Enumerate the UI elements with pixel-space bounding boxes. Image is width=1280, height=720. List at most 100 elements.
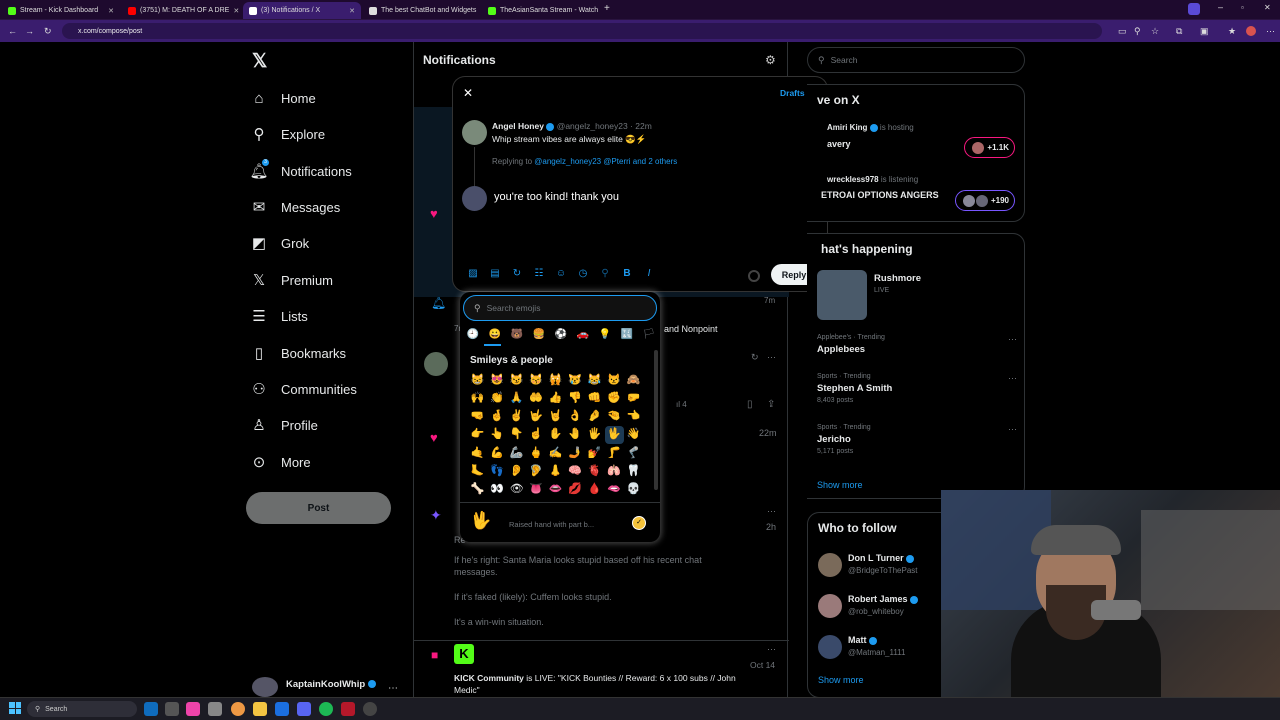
emoji-cell[interactable]: 😸: [468, 372, 488, 389]
trend-more-icon[interactable]: ⋯: [1008, 424, 1017, 435]
emoji-cell[interactable]: 👁: [507, 481, 527, 498]
emoji-cell[interactable]: 🙈: [624, 372, 644, 389]
maximize-icon[interactable]: ▫: [1241, 3, 1244, 12]
emoji-cell[interactable]: 👉: [468, 426, 488, 443]
live-space-title[interactable]: avery: [827, 139, 851, 149]
grok-icon[interactable]: ↻: [509, 268, 525, 279]
edge-dev-icon[interactable]: [144, 702, 158, 716]
share-icon[interactable]: ⇪: [767, 399, 775, 410]
sidebar-item-grok[interactable]: ◩ Grok: [250, 229, 309, 257]
emoji-cell[interactable]: 👀: [488, 481, 508, 498]
emoji-cell[interactable]: 👈: [624, 408, 644, 425]
grok-action-icon[interactable]: ↻: [751, 352, 759, 363]
emoji-cell[interactable]: 🫀: [585, 463, 605, 480]
emoji-cell[interactable]: 🤲: [527, 390, 547, 407]
url-field[interactable]: x.com/compose/post: [62, 23, 1102, 39]
my-avatar[interactable]: [462, 186, 487, 211]
trend-item[interactable]: Applebee's · Trending Applebees ⋯: [817, 334, 1017, 355]
gif-icon[interactable]: ▤: [487, 268, 503, 279]
emoji-cell[interactable]: 👍: [546, 390, 566, 407]
emoji-cell[interactable]: 🦾: [507, 445, 527, 462]
sidebar-item-bookmarks[interactable]: ▯ Bookmarks: [250, 339, 346, 367]
app-icon[interactable]: [341, 702, 355, 716]
emoji-icon[interactable]: ☺: [553, 268, 569, 279]
emoji-cell[interactable]: 🦶: [468, 463, 488, 480]
back-icon[interactable]: ←: [8, 26, 17, 36]
emoji-cell[interactable]: 👄: [546, 481, 566, 498]
account-more-icon[interactable]: ⋯: [388, 683, 398, 694]
zoom-icon[interactable]: ⚲: [1134, 26, 1141, 37]
extensions-icon[interactable]: ⧉: [1176, 26, 1182, 37]
emoji-cell[interactable]: ✊: [605, 390, 625, 407]
avatar[interactable]: [818, 635, 842, 659]
emoji-cell[interactable]: 🙀: [546, 372, 566, 389]
emoji-cell[interactable]: 🤟: [527, 408, 547, 425]
emoji-cell[interactable]: 🤛: [624, 390, 644, 407]
file-explorer-icon[interactable]: [253, 702, 267, 716]
post-button[interactable]: Post: [246, 492, 391, 524]
emoji-cell[interactable]: 👋: [624, 426, 644, 443]
emoji-cell[interactable]: 😾: [605, 372, 625, 389]
emoji-cell[interactable]: 😽: [527, 372, 547, 389]
emoji-cell[interactable]: ✌: [507, 408, 527, 425]
emoji-scrollbar[interactable]: [654, 350, 658, 490]
emoji-cell[interactable]: 💋: [566, 481, 586, 498]
live-listeners-pill[interactable]: +1.1K: [964, 137, 1015, 158]
app-icon[interactable]: [208, 702, 222, 716]
profile-avatar-icon[interactable]: [1246, 26, 1256, 36]
sidebar-item-home[interactable]: ⌂ Home: [250, 84, 315, 112]
sidebar-item-lists[interactable]: ☰ Lists: [250, 302, 307, 330]
install-app-icon[interactable]: ▭: [1118, 26, 1127, 37]
sidebar-item-messages[interactable]: ✉ Messages: [250, 193, 341, 221]
emoji-cell[interactable]: 💀: [624, 481, 644, 498]
emoji-cell[interactable]: 🙌: [468, 390, 488, 407]
post-more-icon[interactable]: ⋯: [767, 506, 776, 517]
emoji-cell[interactable]: ✍: [546, 445, 566, 462]
close-tab-icon[interactable]: ✕: [233, 7, 239, 15]
emoji-cell[interactable]: 👃: [546, 463, 566, 480]
emoji-cell[interactable]: 🦷: [624, 463, 644, 480]
tab-chatbot[interactable]: The best ChatBot and Widgets✕: [363, 2, 481, 19]
tab-x-notifications[interactable]: (3) Notifications / X ✕: [243, 2, 361, 19]
emoji-cell[interactable]: 🤙: [468, 445, 488, 462]
emoji-cell[interactable]: 👊: [585, 390, 605, 407]
emoji-cell[interactable]: 👂: [507, 463, 527, 480]
emoji-cell[interactable]: 🤚: [566, 426, 586, 443]
emoji-cell[interactable]: 🖐: [585, 426, 605, 443]
emoji-cell[interactable]: 🦵: [605, 445, 625, 462]
kick-logo-icon[interactable]: K: [454, 644, 474, 664]
settings-menu-icon[interactable]: ⋯: [1266, 26, 1275, 37]
poll-icon[interactable]: ☷: [531, 268, 547, 279]
italic-icon[interactable]: I: [641, 268, 657, 279]
emoji-cell[interactable]: 😿: [566, 372, 586, 389]
emoji-cell[interactable]: ✋: [546, 426, 566, 443]
media-icon[interactable]: ▨: [465, 268, 481, 279]
follow-suggestion[interactable]: Matt @Matman_1111: [816, 631, 946, 663]
x-logo-icon[interactable]: 𝕏: [252, 50, 267, 73]
emoji-cell[interactable]: 😹: [585, 372, 605, 389]
emoji-search-input[interactable]: ⚲ Search emojis: [463, 295, 657, 321]
emoji-cell[interactable]: 👎: [566, 390, 586, 407]
emoji-category-tab[interactable]: 🚗: [573, 329, 593, 340]
post-more-icon[interactable]: ⋯: [767, 644, 776, 655]
emoji-category-tab[interactable]: 🏳: [639, 329, 659, 340]
emoji-category-tab[interactable]: 🕘: [463, 329, 483, 340]
emoji-cell[interactable]: 🩸: [585, 481, 605, 498]
search-input[interactable]: ⚲ Search: [807, 47, 1025, 73]
emoji-category-tab[interactable]: 😀: [485, 329, 505, 340]
show-more-link[interactable]: Show more: [817, 480, 863, 490]
favorite-star-icon[interactable]: ☆: [1151, 26, 1159, 37]
close-window-icon[interactable]: ✕: [1264, 3, 1271, 12]
emoji-cell[interactable]: 🫁: [605, 463, 625, 480]
emoji-cell[interactable]: 🖕: [527, 445, 547, 462]
spotify-icon[interactable]: [319, 702, 333, 716]
trend-title[interactable]: Rushmore: [874, 273, 921, 284]
sidebar-item-communities[interactable]: ⚇ Communities: [250, 375, 357, 403]
sidebar-item-explore[interactable]: ⚲ Explore: [250, 120, 326, 148]
close-tab-icon[interactable]: ✕: [349, 7, 355, 15]
minimize-icon[interactable]: –: [1218, 2, 1223, 12]
chrome-icon[interactable]: [231, 702, 245, 716]
emoji-category-tab[interactable]: 💡: [595, 329, 615, 340]
author-avatar[interactable]: [462, 120, 487, 145]
location-icon[interactable]: ⚲: [597, 268, 613, 279]
